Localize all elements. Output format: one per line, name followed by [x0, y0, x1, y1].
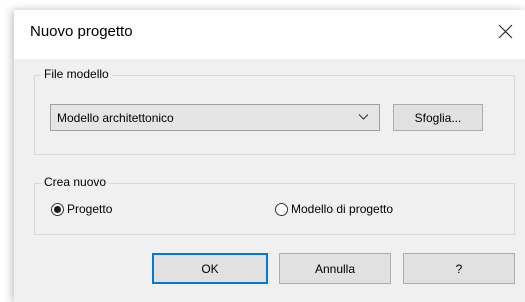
radio-progetto-circle — [51, 202, 64, 216]
dialog-title: Nuovo progetto — [30, 23, 133, 40]
ok-button[interactable]: OK — [152, 253, 268, 284]
template-file-group: File modello Modello architettonico Sfog… — [34, 67, 515, 155]
radio-modello-di-progetto[interactable]: Modello di progetto — [275, 202, 393, 216]
radio-modello-circle — [275, 202, 288, 216]
template-select-value: Modello architettonico — [57, 111, 174, 125]
create-group-label: Crea nuovo — [41, 175, 110, 189]
close-button[interactable] — [485, 10, 525, 52]
create-new-group: Crea nuovo Progetto Modello di progetto — [34, 175, 515, 235]
title-bar: Nuovo progetto — [14, 10, 525, 59]
radio-selected-dot — [54, 205, 61, 213]
close-icon — [498, 24, 512, 38]
help-button[interactable]: ? — [403, 253, 515, 284]
radio-modello-label: Modello di progetto — [291, 202, 394, 216]
browse-button[interactable]: Sfoglia... — [393, 104, 483, 131]
cancel-button[interactable]: Annulla — [279, 253, 391, 284]
radio-progetto[interactable]: Progetto — [51, 202, 112, 216]
new-project-dialog: Nuovo progetto File modello Modello arch… — [0, 0, 525, 302]
template-select[interactable]: Modello architettonico — [50, 104, 380, 131]
chevron-down-icon — [358, 114, 369, 120]
template-group-label: File modello — [41, 67, 112, 81]
radio-progetto-label: Progetto — [67, 202, 113, 216]
